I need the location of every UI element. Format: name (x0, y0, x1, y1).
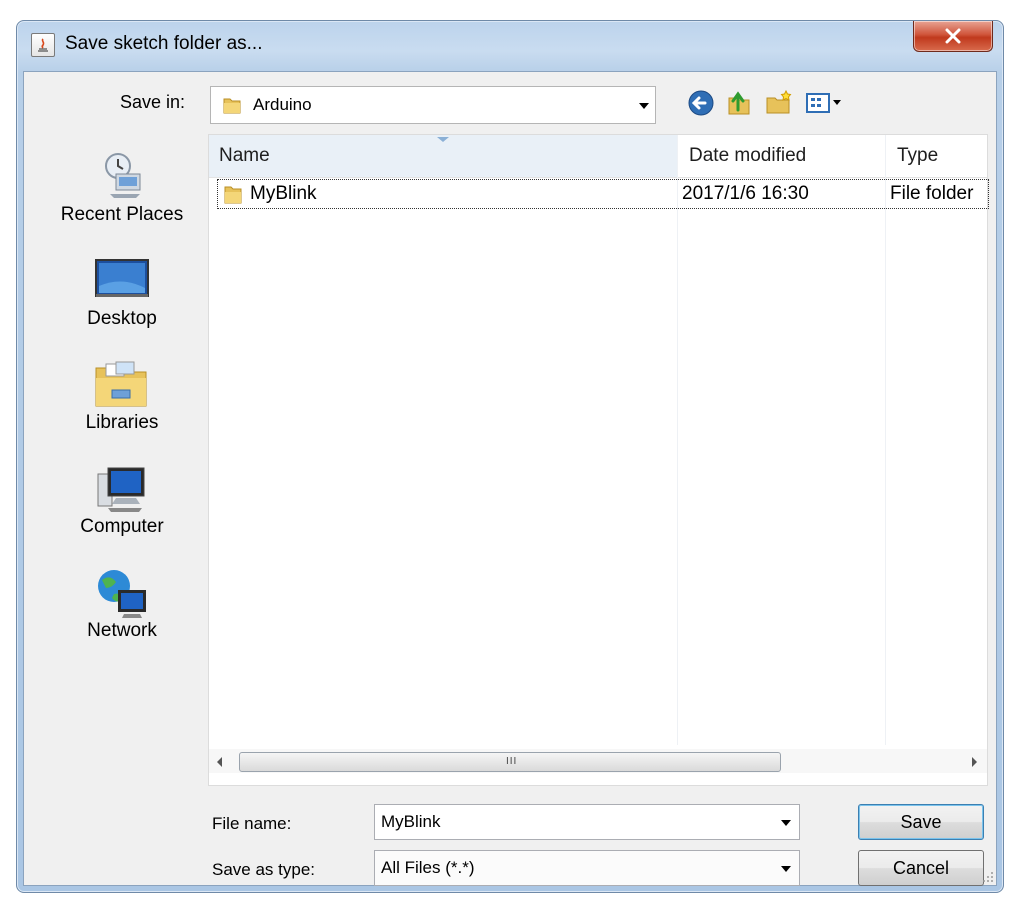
title-bar[interactable]: Save sketch folder as... (17, 21, 1003, 71)
scroll-left-icon[interactable] (217, 757, 222, 767)
network-icon (98, 570, 146, 618)
save-in-label: Save in: (120, 92, 186, 112)
cancel-button[interactable]: Cancel (858, 850, 984, 886)
place-recent-places[interactable]: Recent Places (24, 146, 220, 238)
save-in-value: Arduino (253, 95, 312, 114)
table-row[interactable]: MyBlink 2017/1/6 16:30 File folder (217, 179, 989, 209)
file-name-label: File name: (212, 814, 292, 833)
type-cell: File folder (890, 183, 974, 204)
scrollbar-thumb[interactable]: III (239, 752, 781, 772)
back-icon[interactable] (686, 88, 716, 118)
place-network[interactable]: Network (24, 562, 220, 654)
up-folder-icon[interactable] (724, 88, 754, 118)
folder-icon (223, 98, 241, 114)
file-name-field[interactable]: MyBlink (374, 804, 800, 840)
close-button[interactable] (913, 21, 993, 52)
scrollbar-grip: III (506, 756, 518, 767)
save-button[interactable]: Save (858, 804, 984, 840)
file-name-cell: MyBlink (250, 183, 317, 204)
places-bar: Recent Places Desktop Libraries Computer… (24, 140, 204, 800)
place-computer[interactable]: Computer (24, 458, 220, 550)
file-list[interactable]: Name Date modified Type MyBlink 2017/1/6… (208, 134, 989, 786)
view-menu-icon[interactable] (804, 88, 844, 118)
place-libraries[interactable]: Libraries (24, 354, 220, 446)
column-header-name[interactable]: Name (209, 135, 678, 177)
scroll-right-icon[interactable] (972, 757, 977, 767)
new-folder-icon[interactable] (764, 88, 794, 118)
column-divider (677, 135, 678, 745)
column-header-type[interactable]: Type (897, 145, 938, 167)
folder-icon (224, 186, 242, 204)
save-in-dropdown[interactable]: Arduino (210, 86, 656, 124)
window-title: Save sketch folder as... (65, 33, 263, 54)
place-label: Network (87, 620, 157, 641)
java-app-icon (31, 33, 55, 57)
column-divider (885, 135, 886, 745)
save-dialog-window: Save sketch folder as... Save in: Arduin… (16, 20, 1004, 893)
close-icon (945, 28, 961, 44)
save-as-type-value: All Files (*.*) (381, 858, 475, 877)
save-as-type-dropdown[interactable]: All Files (*.*) (374, 850, 800, 886)
place-label: Computer (80, 516, 164, 537)
dialog-body: Save in: Arduino Recent Places Desktop L… (23, 71, 997, 886)
recent-places-icon (105, 153, 141, 198)
column-header-date-modified[interactable]: Date modified (689, 145, 806, 167)
resize-grip-icon[interactable] (982, 871, 994, 883)
computer-icon (97, 467, 145, 512)
place-label: Recent Places (60, 204, 184, 225)
desktop-icon (95, 259, 149, 297)
sort-ascending-icon (437, 137, 449, 142)
chevron-down-icon (639, 103, 649, 109)
chevron-down-icon[interactable] (781, 820, 791, 826)
place-label: Libraries (85, 412, 159, 433)
save-as-type-label: Save as type: (212, 860, 316, 879)
file-name-value: MyBlink (381, 812, 441, 831)
place-label: Desktop (87, 308, 157, 329)
file-list-header: Name Date modified Type (209, 135, 987, 178)
column-header-label: Name (219, 145, 270, 166)
place-desktop[interactable]: Desktop (24, 250, 220, 342)
chevron-down-icon (781, 866, 791, 872)
horizontal-scrollbar[interactable]: III (209, 749, 987, 773)
libraries-icon (95, 361, 147, 407)
date-modified-cell: 2017/1/6 16:30 (682, 183, 809, 204)
